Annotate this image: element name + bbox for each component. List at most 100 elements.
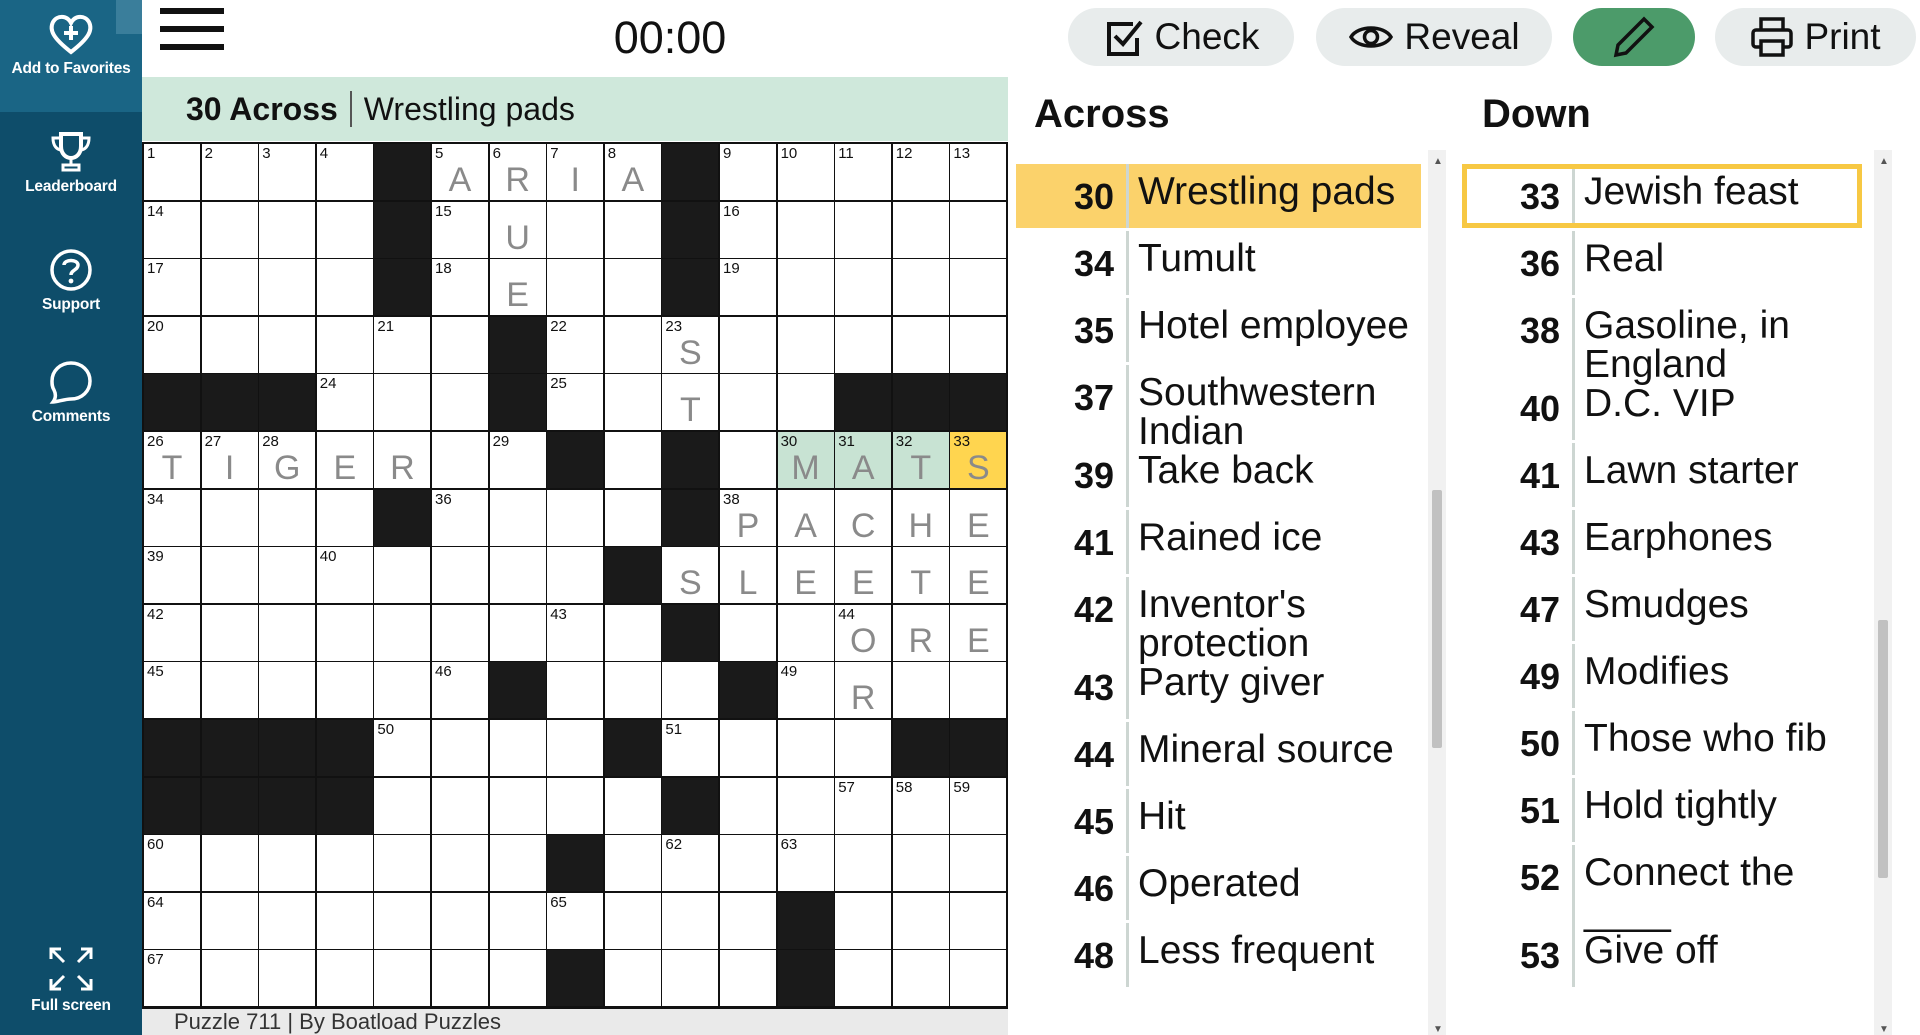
grid-cell[interactable]: 1 [144,144,200,200]
grid-cell[interactable]: 40 [316,547,373,604]
grid-cell[interactable]: 36 [432,489,488,546]
grid-cell[interactable] [547,489,604,546]
grid-cell[interactable]: 22 [547,316,604,373]
grid-cell[interactable]: 50 [374,720,431,776]
clue-item[interactable]: 39 Take back [1016,443,1421,507]
clue-item[interactable]: 49 Modifies [1462,644,1862,708]
grid-cell[interactable] [316,489,373,546]
grid-cell[interactable] [201,316,258,373]
grid-cell[interactable] [489,777,546,834]
grid-cell[interactable] [432,892,488,949]
grid-cell[interactable]: 29 [489,432,546,488]
grid-cell[interactable] [374,892,431,949]
grid-cell[interactable] [201,892,258,949]
grid-cell[interactable] [547,662,604,719]
grid-cell[interactable] [720,950,776,1007]
grid-cell[interactable] [892,201,949,258]
grid-cell[interactable] [892,316,949,373]
grid-cell[interactable] [316,892,373,949]
grid-cell[interactable] [432,316,488,373]
comments-button[interactable]: Comments [0,360,142,426]
grid-cell[interactable] [662,662,719,719]
clue-item[interactable]: 44 Mineral source [1016,722,1421,786]
grid-cell[interactable] [777,259,834,316]
grid-cell[interactable] [777,720,834,776]
grid-cell[interactable]: 39 [144,547,200,604]
grid-cell[interactable]: 63 [777,835,834,892]
grid-cell[interactable] [432,432,488,488]
grid-cell[interactable] [720,892,776,949]
grid-cell[interactable] [489,547,546,604]
grid-cell[interactable] [662,892,719,949]
grid-cell[interactable] [547,777,604,834]
grid-cell[interactable]: 62 [662,835,719,892]
clue-item[interactable]: 46 Operated [1016,856,1421,920]
grid-cell[interactable] [950,892,1007,949]
grid-cell[interactable] [432,547,488,604]
clue-item[interactable]: 38 Gasoline, in England [1462,298,1862,384]
grid-cell[interactable]: H [892,489,949,546]
grid-cell[interactable]: 44 O [835,604,892,661]
grid-cell[interactable] [777,374,834,431]
grid-cell[interactable] [432,777,488,834]
grid-cell[interactable] [892,835,949,892]
grid-cell[interactable]: 33 S [950,432,1007,488]
grid-cell[interactable] [432,374,488,431]
grid-cell[interactable]: E [950,489,1007,546]
grid-cell[interactable]: 7I [547,144,604,200]
grid-cell[interactable]: 26 T [144,432,200,488]
grid-cell[interactable]: 30 M [777,432,834,488]
support-button[interactable]: Support [0,248,142,314]
clue-item[interactable]: 34 Tumult [1016,231,1421,295]
grid-cell[interactable]: E [950,547,1007,604]
check-button[interactable]: Check [1068,8,1294,66]
grid-cell[interactable] [201,201,258,258]
clue-item[interactable]: 52 Connect the ____ [1462,845,1862,931]
grid-cell[interactable] [720,835,776,892]
grid-cell[interactable]: E [777,547,834,604]
grid-cell[interactable]: 43 [547,604,604,661]
grid-cell[interactable] [316,316,373,373]
grid-cell[interactable] [201,547,258,604]
grid-cell[interactable]: 8A [604,144,661,200]
grid-cell[interactable]: 57 [835,777,892,834]
grid-cell[interactable] [777,201,834,258]
grid-cell[interactable] [201,950,258,1007]
reveal-button[interactable]: Reveal [1316,8,1552,66]
grid-cell[interactable] [892,662,949,719]
grid-cell[interactable] [432,604,488,661]
grid-cell[interactable] [201,662,258,719]
grid-cell[interactable] [259,489,316,546]
grid-cell[interactable]: 42 [144,604,200,661]
grid-cell[interactable]: 45 [144,662,200,719]
grid-cell[interactable] [604,777,661,834]
grid-cell[interactable]: 65 [547,892,604,949]
grid-cell[interactable] [720,604,776,661]
grid-cell[interactable] [432,835,488,892]
grid-cell[interactable] [259,201,316,258]
grid-cell[interactable] [316,259,373,316]
grid-cell[interactable]: 11 [835,144,892,200]
grid-cell[interactable]: 3 [259,144,316,200]
grid-cell[interactable]: L [720,547,776,604]
down-scrollbar[interactable]: ▲ ▼ [1874,150,1892,1035]
grid-cell[interactable] [604,662,661,719]
grid-cell[interactable] [201,604,258,661]
grid-cell[interactable] [374,604,431,661]
grid-cell[interactable] [432,950,488,1007]
grid-cell[interactable] [835,835,892,892]
grid-cell[interactable] [259,259,316,316]
grid-cell[interactable] [316,835,373,892]
clue-item[interactable]: 30 Wrestling pads [1016,164,1421,228]
grid-cell[interactable] [777,777,834,834]
grid-cell[interactable]: 38 P [720,489,776,546]
grid-cell[interactable]: 28 G [259,432,316,488]
grid-cell[interactable]: 14 [144,201,200,258]
clue-item[interactable]: 51 Hold tightly [1462,778,1862,842]
grid-cell[interactable]: E [950,604,1007,661]
grid-cell[interactable] [720,432,776,488]
clue-item[interactable]: 50 Those who fib [1462,711,1862,775]
grid-cell[interactable] [432,720,488,776]
grid-cell[interactable]: 60 [144,835,200,892]
grid-cell[interactable] [777,604,834,661]
